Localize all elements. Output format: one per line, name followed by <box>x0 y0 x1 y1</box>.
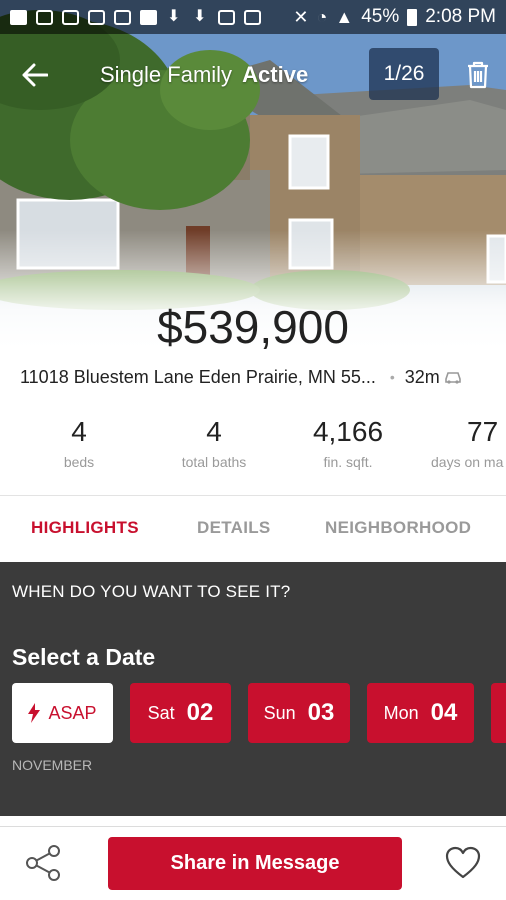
address-row[interactable]: 11018 Bluestem Lane Eden Prairie, MN 55.… <box>20 364 496 390</box>
select-date-heading: Select a Date <box>12 644 156 670</box>
share-icon[interactable] <box>24 843 64 883</box>
share-in-message-button[interactable]: Share in Message <box>108 837 402 890</box>
tab-highlights[interactable]: HIGHLIGHTS <box>31 518 139 538</box>
system-status: ✕ ◔ ▲ 45% 2:08 PM <box>293 6 496 28</box>
stat-label: beds <box>63 454 95 470</box>
separator-dot: • <box>389 369 395 385</box>
stat-value: 4 <box>206 416 222 447</box>
day-name: Sat <box>147 702 175 723</box>
home-icon <box>36 9 53 25</box>
date-chip-asap[interactable]: ASAP <box>12 683 113 743</box>
camera-icon <box>114 9 131 25</box>
dropbox-icon <box>140 9 157 25</box>
bottom-divider <box>0 826 506 827</box>
page-title: Single Family Active <box>100 62 308 88</box>
mute-icon: ✕ <box>293 6 309 27</box>
stat-days-on-market: 77 days on ma <box>431 412 506 470</box>
date-chip-sat[interactable]: Sat 02 <box>130 683 231 743</box>
stat-value: 4,166 <box>312 416 384 447</box>
download-icon-2 <box>192 6 209 26</box>
date-chip-mon[interactable]: Mon 04 <box>367 683 474 743</box>
date-chip-next-partial[interactable] <box>491 683 506 743</box>
clock: 2:08 PM <box>425 6 496 27</box>
day-name: Mon <box>383 702 419 723</box>
lightning-icon <box>28 703 41 723</box>
back-arrow-icon <box>22 63 48 87</box>
schedule-question: WHEN DO YOU WANT TO SEE IT? <box>12 582 291 601</box>
day-number: 03 <box>307 699 335 726</box>
day-number: 04 <box>430 699 458 726</box>
delete-button[interactable] <box>462 58 494 92</box>
car-icon <box>444 372 461 384</box>
date-chip-sun[interactable]: Sun 03 <box>248 683 350 743</box>
stat-label: fin. sqft. <box>323 454 373 470</box>
stat-sqft: 4,166 fin. sqft. <box>300 412 396 470</box>
battery-percent: 45% <box>361 6 400 27</box>
listing-status: Active <box>242 62 309 87</box>
month-label: NOVEMBER <box>12 757 93 773</box>
stat-label: days on ma <box>431 454 504 470</box>
message-icon <box>10 9 27 25</box>
day-name: Sun <box>263 702 296 723</box>
drive-time: 32m <box>405 367 462 388</box>
heart-icon[interactable] <box>445 846 481 880</box>
notification-icons <box>10 6 261 26</box>
listing-address: 11018 Bluestem Lane Eden Prairie, MN 55.… <box>20 366 376 387</box>
status-bar: ✕ ◔ ▲ 45% 2:08 PM <box>0 0 506 34</box>
listing-stats: 4 beds 4 total baths 4,166 fin. sqft. 77… <box>0 412 506 492</box>
download-icon <box>166 6 183 26</box>
trash-icon <box>468 61 488 89</box>
tab-details[interactable]: DETAILS <box>197 518 271 538</box>
signal-icon: ▲ <box>335 6 354 27</box>
clipboard-icon <box>62 9 79 25</box>
image-icon <box>88 9 105 25</box>
property-type: Single Family <box>100 62 233 87</box>
battery-icon <box>407 8 418 26</box>
stat-baths: 4 total baths <box>170 412 258 470</box>
app-toolbar: Single Family Active 1/26 <box>0 46 506 104</box>
day-number: 02 <box>186 699 214 726</box>
schedule-panel: WHEN DO YOU WANT TO SEE IT? Select a Dat… <box>0 562 506 816</box>
drive-time-value: 32m <box>404 366 440 387</box>
stat-beds: 4 beds <box>40 412 118 470</box>
weather-icon <box>244 9 261 25</box>
stat-value: 77 <box>467 416 499 447</box>
tab-bar: HIGHLIGHTS DETAILS NEIGHBORHOOD <box>0 496 506 562</box>
wifi-icon: ◔ <box>316 6 328 27</box>
asap-label: ASAP <box>48 702 97 723</box>
back-button[interactable] <box>18 58 52 92</box>
phone-icon <box>218 9 235 25</box>
photo-counter[interactable]: 1/26 <box>369 48 439 100</box>
stat-value: 4 <box>71 416 87 447</box>
listing-price: $539,900 <box>157 301 349 353</box>
tab-neighborhood[interactable]: NEIGHBORHOOD <box>325 518 471 538</box>
stat-label: total baths <box>181 454 247 470</box>
